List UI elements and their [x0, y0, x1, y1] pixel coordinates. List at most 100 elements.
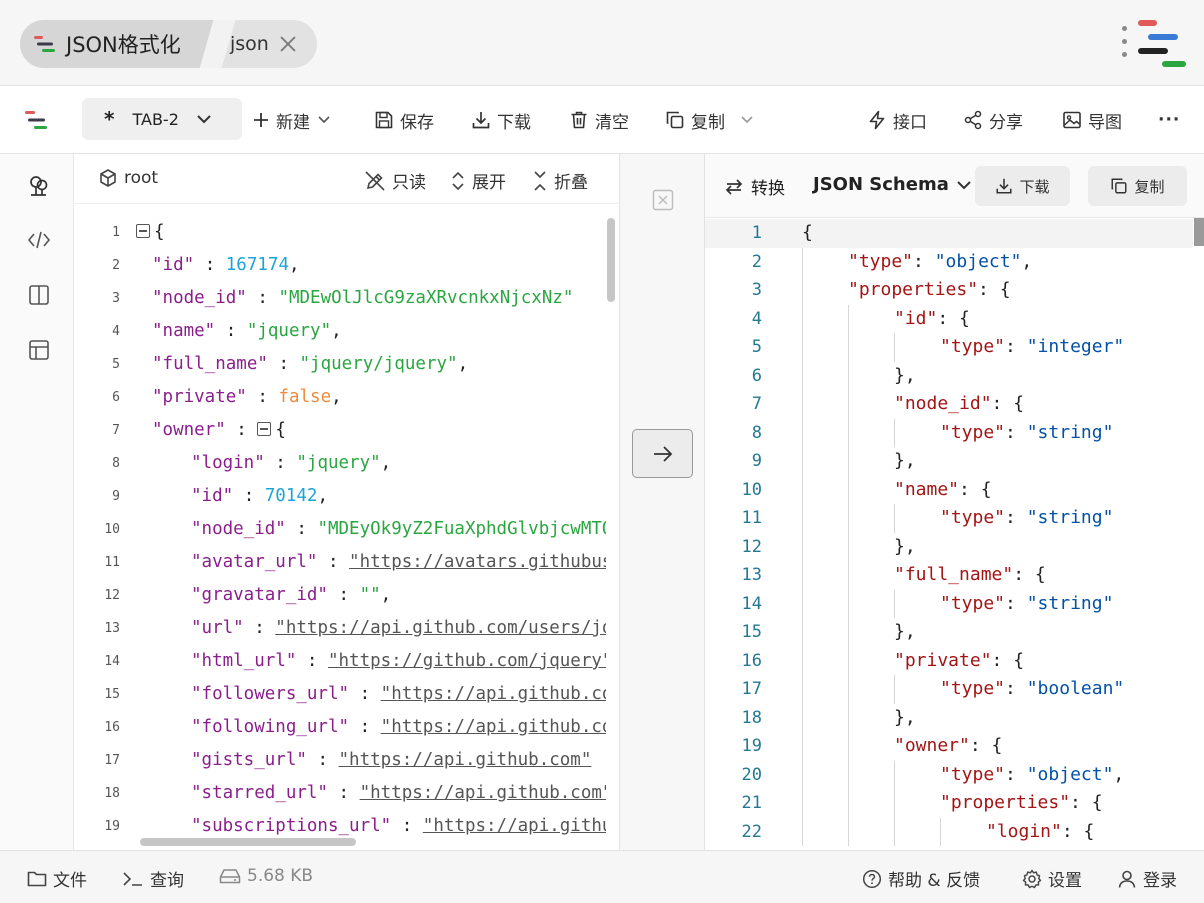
export-image-button-label: 导图: [1088, 112, 1122, 133]
share-button[interactable]: 分享: [963, 108, 1023, 133]
collapse-icon: [534, 170, 546, 191]
window-menu-icon[interactable]: [1118, 26, 1130, 62]
login-button[interactable]: 登录: [1117, 866, 1177, 891]
schema-punct: },: [894, 450, 916, 471]
json-key[interactable]: "subscriptions_url": [191, 816, 391, 836]
download-button[interactable]: 下载: [471, 108, 531, 133]
schema-vertical-scrollbar[interactable]: [1194, 218, 1204, 246]
collapse-all-button[interactable]: 折叠: [532, 168, 588, 193]
line-number: 6: [112, 390, 120, 405]
json-key[interactable]: "owner": [152, 420, 226, 440]
json-value[interactable]: "MDEwOlJlcG9zaXRvcnkxNjcxNz": [278, 288, 573, 308]
json-value[interactable]: "https://api.github.com": [381, 717, 606, 737]
tree-icon[interactable]: [27, 174, 51, 198]
schema-code-editor[interactable]: 1{2 "type": "object", 3 "properties": {4 "id…: [705, 218, 1193, 850]
json-comma: ,: [380, 453, 392, 473]
json-value[interactable]: "": [360, 585, 381, 605]
table-icon[interactable]: [27, 338, 51, 362]
save-button[interactable]: 保存: [374, 108, 434, 133]
lightning-icon: [869, 110, 885, 130]
json-value[interactable]: "jquery/jquery": [300, 354, 458, 374]
json-value[interactable]: false: [278, 387, 331, 407]
json-key[interactable]: "node_id": [152, 288, 247, 308]
json-key[interactable]: "id": [191, 486, 233, 506]
line-number: 11: [104, 555, 120, 570]
json-key[interactable]: "following_url": [191, 717, 349, 737]
close-icon[interactable]: [279, 35, 297, 53]
json-key[interactable]: "html_url": [191, 651, 296, 671]
json-key[interactable]: "login": [191, 453, 265, 473]
code-line: 17 "gists_url" : "https://api.github.com": [74, 744, 606, 777]
json-value[interactable]: "https://api.github.com": [423, 816, 606, 836]
json-tree-code[interactable]: 1{2 "id" : 167174, 3 "node_id" : "MDEwOlJlc…: [74, 204, 606, 840]
file-button[interactable]: 文件: [27, 866, 87, 891]
json-key[interactable]: "gists_url": [191, 750, 307, 770]
fold-toggle-icon[interactable]: [257, 422, 272, 436]
schema-line: 22 "login": {: [705, 818, 1193, 847]
json-key[interactable]: "node_id": [191, 519, 286, 539]
json-value[interactable]: 70142: [265, 486, 318, 506]
copy-button[interactable]: 复制: [665, 108, 759, 133]
more-button[interactable]: ···: [1158, 108, 1180, 132]
api-button[interactable]: 接口: [867, 108, 927, 133]
json-value[interactable]: "https://github.com/jquery": [328, 651, 606, 671]
download-icon: [996, 178, 1012, 194]
clear-button[interactable]: 清空: [569, 108, 629, 133]
json-value[interactable]: "https://api.github.com/users/jquery": [275, 618, 606, 638]
schema-punct: ,: [1113, 763, 1125, 785]
json-key[interactable]: "gravatar_id": [191, 585, 328, 605]
close-panel-icon[interactable]: [652, 189, 674, 211]
json-value[interactable]: "https://api.github.com": [360, 783, 606, 803]
json-key[interactable]: "full_name": [152, 354, 268, 374]
schema-download-button[interactable]: 下载: [975, 166, 1070, 206]
app-tab[interactable]: JSON格式化: [20, 20, 216, 68]
view-rail: [0, 154, 74, 850]
json-value[interactable]: "jquery": [247, 321, 331, 341]
json-value[interactable]: "MDEyOk9yZ2FuaXphdGlvbjcwMTQy": [317, 519, 606, 539]
json-value[interactable]: 167174: [226, 255, 289, 275]
schema-key: "type": [940, 507, 1006, 528]
app-window: JSON格式化 json * TAB-2 新建 保存 下载 清空 复制 接口 分…: [0, 0, 1204, 903]
json-value[interactable]: "https://api.github.com": [339, 750, 592, 770]
settings-button[interactable]: 设置: [1022, 866, 1082, 891]
settings-label: 设置: [1048, 871, 1082, 891]
json-key[interactable]: "url": [191, 618, 244, 638]
menu-logo-icon[interactable]: [25, 110, 49, 130]
editor-horizontal-scrollbar[interactable]: [140, 838, 356, 846]
code-icon[interactable]: [27, 228, 51, 252]
json-colon: :: [349, 717, 381, 737]
root-breadcrumb[interactable]: root: [98, 168, 158, 188]
json-key[interactable]: "followers_url": [191, 684, 349, 704]
readonly-button[interactable]: 只读: [364, 168, 426, 193]
editor-vertical-scrollbar[interactable]: [607, 218, 615, 302]
fold-toggle-icon[interactable]: [136, 224, 150, 238]
chevron-down-icon[interactable]: [318, 116, 336, 124]
json-key[interactable]: "avatar_url": [191, 552, 317, 572]
tab-selector[interactable]: * TAB-2: [82, 98, 242, 140]
schema-line: 4 "id": {: [705, 305, 1193, 334]
line-content: "type": "string": [940, 504, 1113, 533]
file-tab[interactable]: json: [230, 20, 297, 68]
split-view-icon[interactable]: [27, 283, 51, 307]
query-button[interactable]: 查询: [122, 866, 184, 891]
json-key[interactable]: "name": [152, 321, 215, 341]
chevron-down-icon[interactable]: [741, 116, 759, 124]
json-value[interactable]: "https://avatars.githubusercontent.com": [349, 552, 606, 572]
line-number: 17: [741, 679, 762, 699]
json-value[interactable]: "https://api.github.com": [381, 684, 606, 704]
json-colon: :: [243, 618, 276, 638]
schema-copy-button[interactable]: 复制: [1088, 166, 1187, 206]
json-key[interactable]: "id": [152, 255, 194, 275]
json-key[interactable]: "starred_url": [191, 783, 328, 803]
export-image-button[interactable]: 导图: [1062, 108, 1122, 133]
help-feedback-button[interactable]: 帮助 & 反馈: [862, 866, 980, 891]
format-select[interactable]: JSON Schema: [813, 174, 971, 195]
json-value[interactable]: "jquery": [296, 453, 380, 473]
expand-all-button[interactable]: 展开: [450, 168, 506, 193]
expand-icon: [452, 171, 464, 190]
json-key[interactable]: "private": [152, 387, 247, 407]
convert-arrow-button[interactable]: [632, 429, 693, 478]
convert-button[interactable]: 转换: [723, 174, 785, 199]
new-button[interactable]: 新建: [252, 108, 336, 133]
line-content: "login" : "jquery",: [191, 447, 606, 480]
